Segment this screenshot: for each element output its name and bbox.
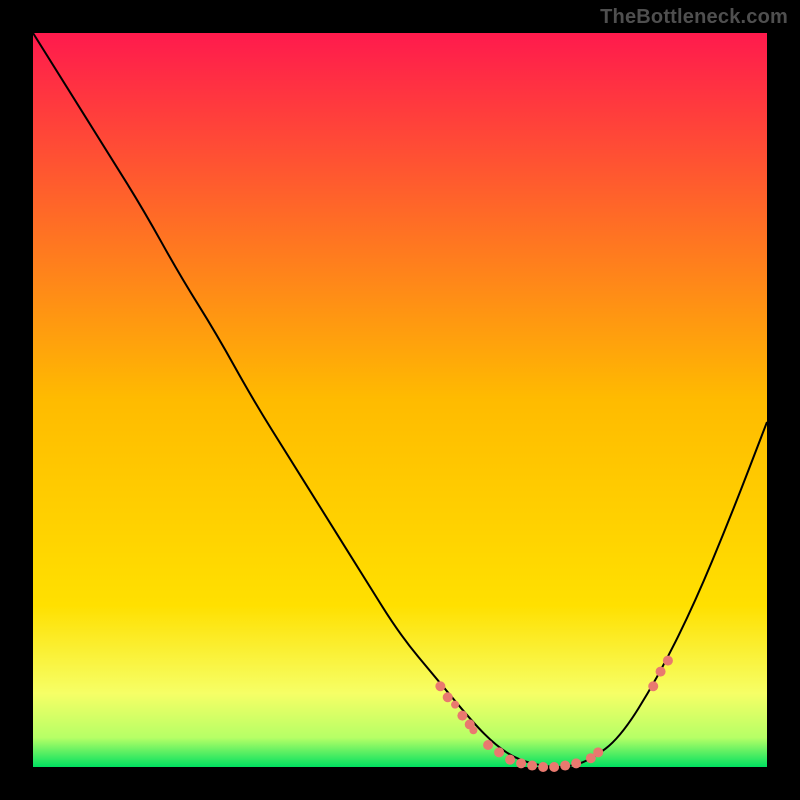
marker-point	[593, 747, 603, 757]
marker-point	[663, 656, 673, 666]
chart-frame: TheBottleneck.com	[0, 0, 800, 800]
marker-point	[494, 747, 504, 757]
marker-point	[469, 726, 477, 734]
marker-point	[549, 762, 559, 772]
marker-point	[451, 701, 459, 709]
marker-point	[527, 761, 537, 771]
marker-point	[435, 681, 445, 691]
marker-point	[516, 758, 526, 768]
marker-point	[571, 758, 581, 768]
marker-point	[560, 761, 570, 771]
plot-background	[33, 33, 767, 767]
marker-point	[538, 762, 548, 772]
marker-point	[457, 711, 467, 721]
bottleneck-chart	[0, 0, 800, 800]
marker-point	[656, 667, 666, 677]
marker-point	[443, 692, 453, 702]
marker-point	[648, 681, 658, 691]
marker-point	[505, 755, 515, 765]
watermark-label: TheBottleneck.com	[600, 6, 788, 29]
marker-point	[483, 740, 493, 750]
